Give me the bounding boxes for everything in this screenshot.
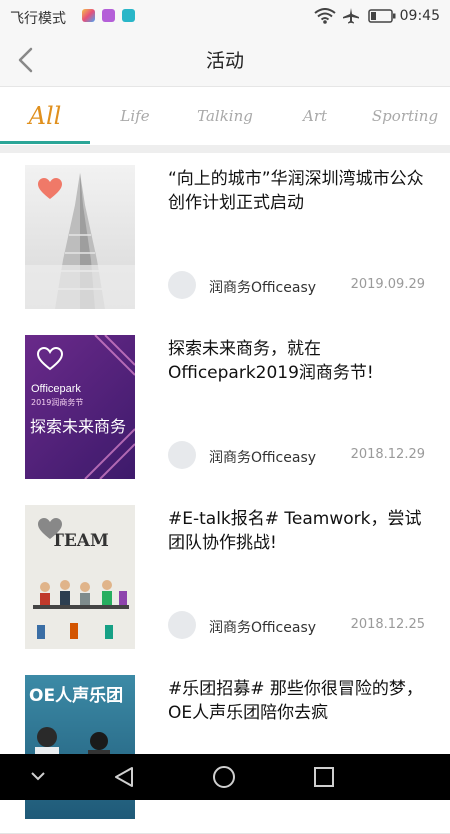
activity-title[interactable]: “向上的城市”华润深圳湾城市公众创作计划正式启动 [168,167,428,215]
section-divider [0,145,450,153]
recents-square-icon[interactable] [313,766,335,788]
tab-sporting[interactable]: Sporting [360,87,450,145]
clock: 09:45 [399,8,440,24]
activity-image [25,165,135,309]
tab-life[interactable]: Life [90,87,180,145]
app-notification-icon [122,9,135,22]
like-heart-icon[interactable] [37,347,63,371]
status-bar: 飞行模式 09:45 [0,0,450,34]
author-name: 润商务Officeasy [209,280,317,296]
activity-title[interactable]: 探索未来商务，就在Officepark2019润商务节! [168,337,428,385]
category-tabs: All Life Talking Art Sporting [0,87,450,145]
chevron-down-icon[interactable] [30,770,46,782]
activity-title[interactable]: #E-talk报名# Teamwork，尝试团队协作挑战! [168,507,428,555]
publish-date: 2018.12.25 [350,617,425,632]
activity-title[interactable]: #乐团招募# 那些你很冒险的梦，OE人声乐团陪你去疯 [168,677,428,725]
activity-image: TEAM [25,505,135,649]
activity-card[interactable]: OE人声乐团 #乐团招募# 那些你很冒险的梦，OE人声乐团陪你去疯 [0,663,450,834]
author-avatar [168,611,196,639]
system-nav-bar [0,754,450,800]
airplane-icon [343,8,359,24]
publish-date: 2019.09.29 [350,277,425,292]
wifi-icon [314,8,336,24]
like-heart-icon[interactable] [37,177,63,201]
airplane-mode-label: 飞行模式 [10,11,66,27]
publish-date: 2018.12.29 [350,447,425,462]
author-avatar [168,271,196,299]
app-notification-icon [102,9,115,22]
tab-all[interactable]: All [0,87,90,145]
activity-card[interactable]: “向上的城市”华润深圳湾城市公众创作计划正式启动 润商务Officeasy 20… [0,153,450,324]
active-tab-indicator [0,141,90,144]
app-notification-icon [82,9,95,22]
author-name: 润商务Officeasy [209,450,317,466]
poster-main-text: 探索未来商务 [30,417,127,436]
home-circle-icon[interactable] [212,765,236,789]
author-avatar [168,441,196,469]
poster-brand-text: Officepark [31,383,81,395]
author-name: 润商务Officeasy [209,620,317,636]
tab-talking[interactable]: Talking [180,87,270,145]
page-title: 活动 [205,50,244,72]
back-triangle-icon[interactable] [112,765,136,789]
like-heart-icon[interactable] [37,517,63,541]
activity-card[interactable]: Officepark 2019润商务节 探索未来商务 探索未来商务，就在Offi… [0,323,450,494]
top-bar: 活动 [0,34,450,87]
poster-sub-text: 2019润商务节 [31,398,84,407]
tab-art[interactable]: Art [270,87,360,145]
poster-main-text: OE人声乐团 [29,686,124,706]
activity-card[interactable]: TEAM #E-talk报名# Teamwork，尝试团队协作挑战! 润商务Of… [0,493,450,664]
activity-image: Officepark 2019润商务节 探索未来商务 [25,335,135,479]
battery-icon [368,9,396,23]
